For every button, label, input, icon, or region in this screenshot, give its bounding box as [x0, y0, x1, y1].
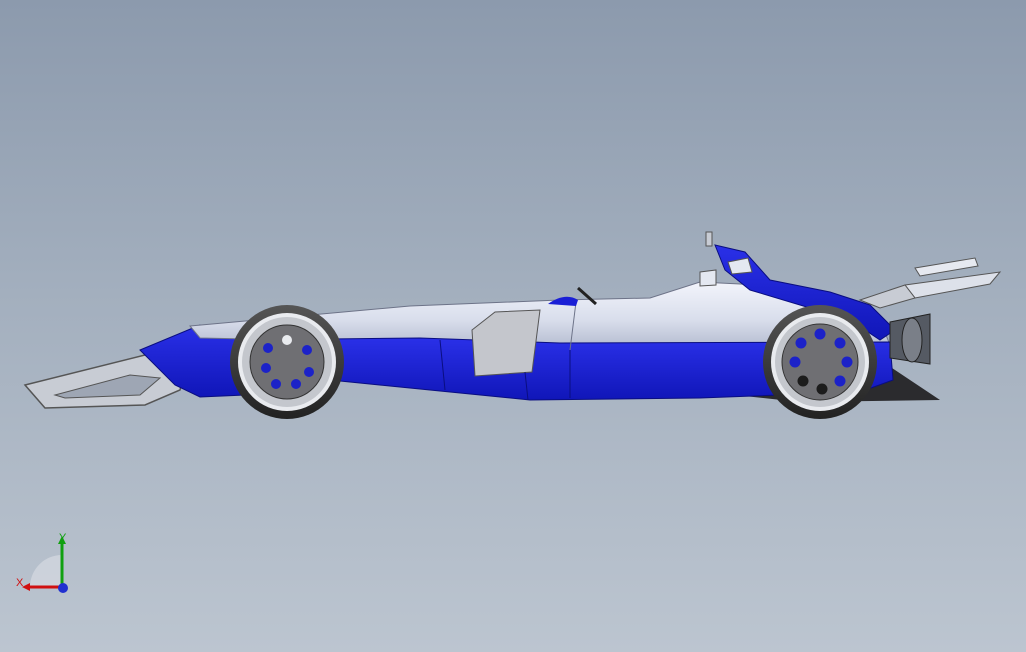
rear-wing — [858, 257, 1002, 309]
view-orientation-triad[interactable]: X Y — [12, 532, 76, 596]
graphics-viewport[interactable]: X Y — [0, 0, 1026, 652]
y-axis-label: Y — [59, 532, 67, 544]
rear-wheel — [763, 305, 877, 419]
exhaust — [889, 313, 931, 365]
x-axis-label: X — [16, 577, 24, 589]
car-model[interactable] — [0, 0, 1026, 652]
front-wheel — [230, 305, 344, 419]
